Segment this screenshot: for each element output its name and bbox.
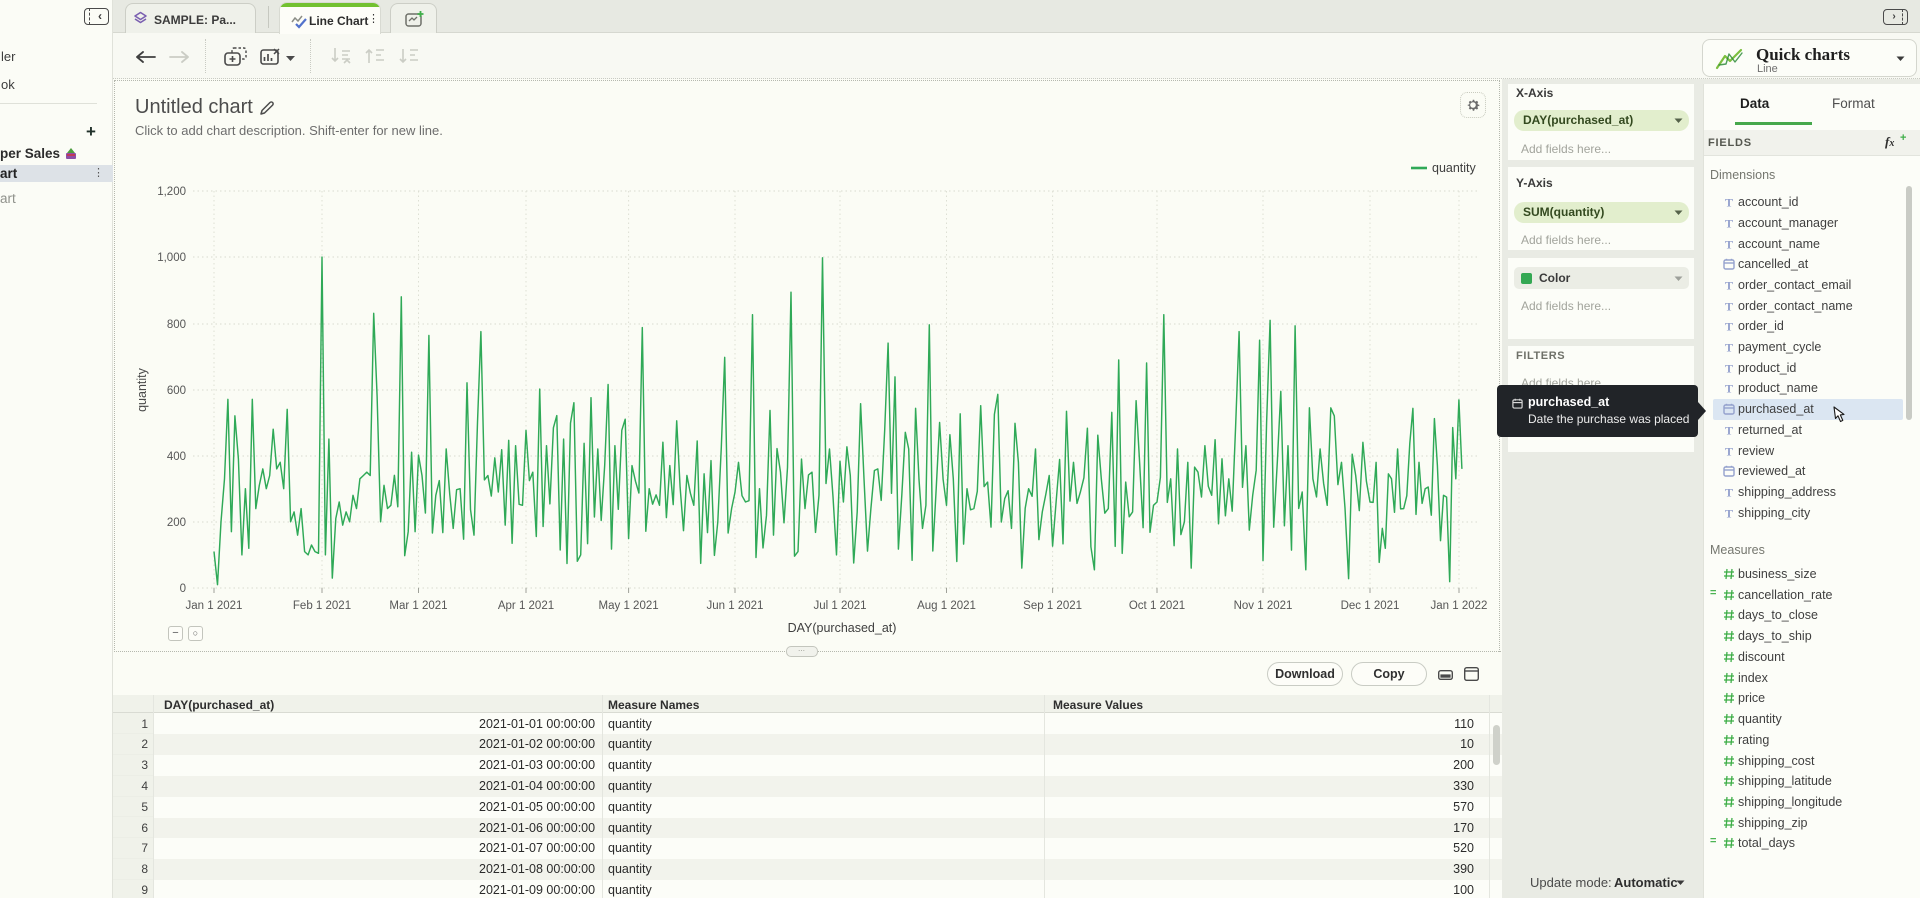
svg-text:quantity: quantity bbox=[135, 367, 149, 412]
svg-text:T: T bbox=[1725, 320, 1733, 332]
svg-text:T: T bbox=[1725, 341, 1733, 353]
svg-text:T: T bbox=[1725, 300, 1733, 312]
svg-text:T: T bbox=[1725, 362, 1733, 374]
svg-text:T: T bbox=[1725, 238, 1733, 250]
svg-text:T: T bbox=[1725, 507, 1733, 519]
svg-text:DAY(purchased_at): DAY(purchased_at) bbox=[788, 621, 897, 635]
svg-text:T: T bbox=[1725, 424, 1733, 436]
svg-text:T: T bbox=[1725, 279, 1733, 291]
svg-text:1,000: 1,000 bbox=[157, 252, 186, 264]
svg-text:Oct 1 2021: Oct 1 2021 bbox=[1129, 600, 1185, 612]
svg-text:800: 800 bbox=[167, 319, 186, 331]
svg-text:0: 0 bbox=[180, 583, 186, 595]
svg-text:600: 600 bbox=[167, 385, 186, 397]
svg-text:1,200: 1,200 bbox=[157, 186, 186, 198]
svg-text:Dec 1 2021: Dec 1 2021 bbox=[1341, 600, 1400, 612]
svg-text:Jan 1 2021: Jan 1 2021 bbox=[186, 600, 243, 612]
svg-text:Jan 1 2022: Jan 1 2022 bbox=[1431, 600, 1488, 612]
svg-text:Apr 1 2021: Apr 1 2021 bbox=[498, 600, 554, 612]
svg-text:Mar 1 2021: Mar 1 2021 bbox=[389, 600, 447, 612]
svg-text:T: T bbox=[1725, 217, 1733, 229]
svg-text:200: 200 bbox=[167, 517, 186, 529]
svg-text:Feb 1 2021: Feb 1 2021 bbox=[293, 600, 351, 612]
svg-text:T: T bbox=[1725, 382, 1733, 394]
svg-text:Jul 1 2021: Jul 1 2021 bbox=[813, 600, 866, 612]
svg-text:T: T bbox=[1725, 196, 1733, 208]
svg-text:Sep 1 2021: Sep 1 2021 bbox=[1023, 600, 1082, 612]
svg-text:T: T bbox=[1725, 445, 1733, 457]
svg-text:Jun 1 2021: Jun 1 2021 bbox=[707, 600, 764, 612]
svg-text:May 1 2021: May 1 2021 bbox=[599, 600, 659, 612]
svg-text:quantity: quantity bbox=[1432, 161, 1477, 175]
svg-text:T: T bbox=[1725, 486, 1733, 498]
svg-text:400: 400 bbox=[167, 451, 186, 463]
svg-text:Aug 1 2021: Aug 1 2021 bbox=[917, 600, 976, 612]
svg-text:Nov 1 2021: Nov 1 2021 bbox=[1234, 600, 1293, 612]
